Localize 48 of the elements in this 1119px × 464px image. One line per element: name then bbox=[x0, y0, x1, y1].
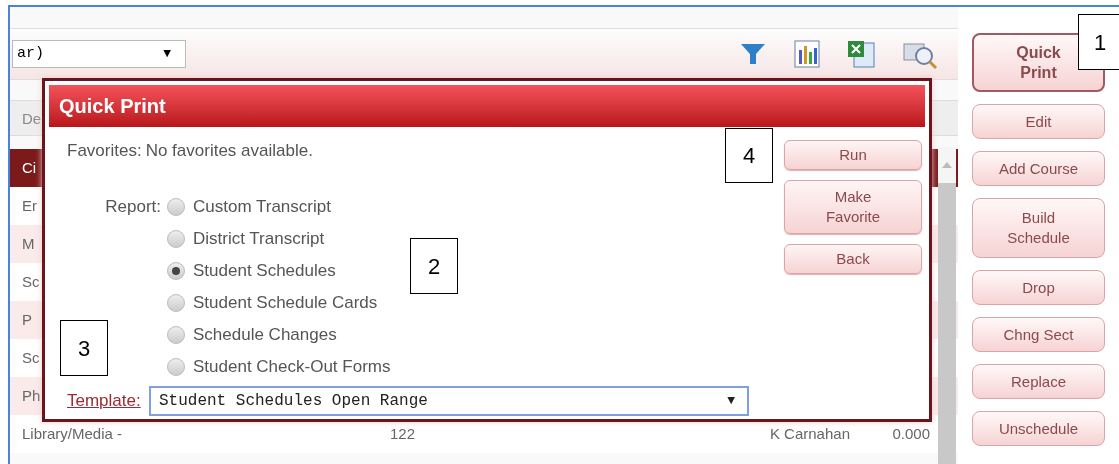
radio-button[interactable] bbox=[167, 262, 185, 280]
side-button[interactable]: Replace bbox=[972, 364, 1105, 399]
view-select[interactable]: ar) ▼ bbox=[12, 40, 186, 68]
table-cell-text: K Carnahan bbox=[769, 423, 850, 444]
favorites-value: No favorites available. bbox=[145, 140, 313, 163]
radio-label: Student Check-Out Forms bbox=[193, 356, 391, 379]
radio-button[interactable] bbox=[167, 326, 185, 344]
radio-label: Student Schedule Cards bbox=[193, 292, 378, 315]
side-button[interactable]: Build Schedule bbox=[972, 198, 1105, 258]
callout-tooltip: 1 bbox=[1078, 14, 1119, 70]
table-cell-text: 122 bbox=[390, 423, 416, 444]
favorites-label: Favorites: bbox=[67, 140, 142, 163]
filter-icon[interactable] bbox=[740, 42, 766, 66]
radio-button[interactable] bbox=[167, 198, 185, 216]
table-cell-text: Sc bbox=[22, 347, 40, 368]
action-button[interactable]: Back bbox=[784, 244, 922, 274]
side-button[interactable]: Drop bbox=[972, 270, 1105, 305]
table-cell-text: Ph bbox=[22, 385, 41, 406]
side-button[interactable]: Unschedule bbox=[972, 411, 1105, 446]
callout-tooltip: 2 bbox=[410, 238, 458, 294]
side-button[interactable]: Chng Sect bbox=[972, 317, 1105, 352]
action-button[interactable]: Make Favorite bbox=[784, 180, 922, 234]
template-select[interactable]: Student Schedules Open Range ▼ bbox=[149, 386, 749, 416]
side-button[interactable]: Add Course bbox=[972, 151, 1105, 186]
table-cell-text: Ci bbox=[22, 157, 37, 178]
bar-chart-icon[interactable] bbox=[794, 40, 820, 68]
callout-tooltip: 4 bbox=[725, 128, 773, 183]
table-cell-text: P bbox=[22, 309, 32, 330]
radio-label: District Transcript bbox=[193, 228, 325, 251]
dialog-title: Quick Print bbox=[49, 85, 925, 127]
radio-label: Student Schedules bbox=[193, 260, 336, 283]
radio-label: Custom Transcript bbox=[193, 196, 331, 219]
radio-button[interactable] bbox=[167, 294, 185, 312]
radio-label: Schedule Changes bbox=[193, 324, 337, 347]
table-cell-text: Er bbox=[22, 195, 37, 216]
radio-button[interactable] bbox=[167, 358, 185, 376]
spreadsheet-icon[interactable] bbox=[846, 39, 876, 69]
report-label: Report: bbox=[104, 196, 162, 218]
table-cell-text: Library/Media - bbox=[22, 423, 123, 444]
action-button[interactable]: Run bbox=[784, 140, 922, 170]
template-link[interactable]: Template: bbox=[67, 388, 145, 414]
callout-tooltip: 3 bbox=[60, 320, 108, 376]
side-button[interactable]: Edit bbox=[972, 104, 1105, 139]
table-cell-text: Sc bbox=[22, 271, 40, 292]
table-cell-text: M bbox=[22, 233, 35, 254]
scroll-up-icon[interactable] bbox=[942, 162, 952, 168]
table-cell-text: 0.000 bbox=[892, 423, 930, 444]
radio-button[interactable] bbox=[167, 230, 185, 248]
